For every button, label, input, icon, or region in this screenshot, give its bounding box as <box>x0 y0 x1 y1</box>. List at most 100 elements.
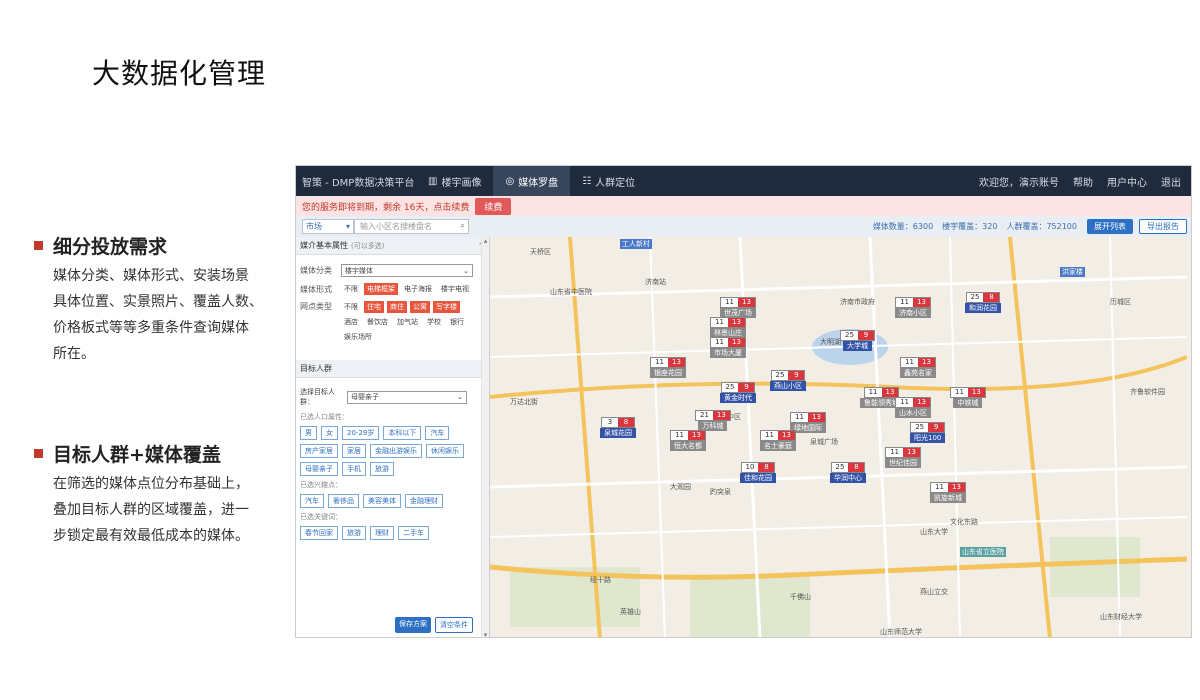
map-marker[interactable]: 21 13 万科城 <box>695 410 731 431</box>
site-type-chip[interactable]: 娱乐场所 <box>341 331 375 343</box>
marker-count-a: 25 <box>835 463 845 471</box>
site-type-chip[interactable]: 学校 <box>424 316 444 328</box>
map-marker[interactable]: 11 13 济南小区 <box>895 297 931 318</box>
media-form-chip[interactable]: 楼宇电视 <box>438 283 472 295</box>
map-marker[interactable]: 11 13 林景山庄 <box>710 317 746 338</box>
attr-tag[interactable]: 休闲娱乐 <box>426 444 464 458</box>
map-marker[interactable]: 25 8 和润花园 <box>965 292 1001 313</box>
save-plan-button[interactable]: 保存方案 <box>395 617 431 633</box>
attr-tag[interactable]: 男 <box>300 426 317 440</box>
export-report-button[interactable]: 导出报告 <box>1139 219 1187 234</box>
map-marker[interactable]: 11 13 中铁城 <box>950 387 986 408</box>
map-marker[interactable]: 11 13 山水小区 <box>895 397 931 418</box>
interest-tag[interactable]: 汽车 <box>300 494 324 508</box>
keyword-tag[interactable]: 二手车 <box>398 526 429 540</box>
site-type-chip[interactable]: 不限 <box>341 301 361 313</box>
marker-count-b: 13 <box>712 411 730 420</box>
nav-tab-2[interactable]: ☷ 人群定位 <box>570 166 647 196</box>
map-marker[interactable]: 3 8 泉城花园 <box>600 417 636 438</box>
nav-tab-0[interactable]: ▥ 楼宇画像 <box>416 166 493 196</box>
nav-tab-1[interactable]: ◎ 媒体罗盘 <box>493 166 571 196</box>
marker-count-b: 9 <box>738 383 755 392</box>
map-marker[interactable]: 11 13 凯旋新城 <box>930 482 966 503</box>
clear-conditions-button[interactable]: 清空条件 <box>435 617 473 633</box>
attr-tag[interactable]: 汽车 <box>425 426 450 440</box>
site-type-chip[interactable]: 住宅 <box>364 301 384 313</box>
marker-name: 佳和花园 <box>740 473 776 483</box>
map-marker[interactable]: 25 9 燕山小区 <box>770 370 806 391</box>
attr-tag[interactable]: 旅游 <box>370 462 394 476</box>
attr-tag[interactable]: 金融出游娱乐 <box>370 444 422 458</box>
media-form-chip[interactable]: 电子海报 <box>401 283 435 295</box>
marker-name: 阳光100 <box>910 433 946 443</box>
marker-counts: 25 8 <box>965 292 1001 303</box>
map-marker[interactable]: 11 13 恒大名都 <box>670 430 706 451</box>
slide-title: 大数据化管理 <box>92 57 267 90</box>
attr-tag[interactable]: 手机 <box>342 462 366 476</box>
map-marker[interactable]: 10 8 佳和花园 <box>740 462 776 483</box>
user-link[interactable]: 帮助 <box>1073 174 1093 189</box>
search-icon[interactable]: ⌕ <box>460 221 465 231</box>
category-select[interactable]: 市场 ▾ <box>302 219 354 234</box>
map-place-label: 山东省立医院 <box>960 547 1006 557</box>
interest-tag[interactable]: 金融理财 <box>405 494 443 508</box>
target-select[interactable]: 母婴亲子 ⌄ <box>347 390 467 404</box>
interest-tag[interactable]: 美容美体 <box>363 494 401 508</box>
caret-down-icon: ⌄ <box>457 393 463 401</box>
marker-counts: 11 13 <box>650 357 686 368</box>
map-marker[interactable]: 25 9 阳光100 <box>910 422 946 443</box>
map-marker[interactable]: 11 13 世茂广场 <box>720 297 756 318</box>
map-marker[interactable]: 11 13 名士豪庭 <box>760 430 796 451</box>
attr-tag[interactable]: 房产家居 <box>300 444 338 458</box>
expiry-alert: 您的服务即将到期，剩余 16天，点击续费 续费 <box>296 196 1191 216</box>
site-type-chip[interactable]: 银行 <box>447 316 467 328</box>
renew-button[interactable]: 续费 <box>475 197 512 215</box>
marker-counts: 11 13 <box>895 397 931 408</box>
map-place-label: 天桥区 <box>530 248 551 256</box>
map-marker[interactable]: 11 13 银座花园 <box>650 357 686 378</box>
attr-tag[interactable]: 20-29岁 <box>342 426 380 440</box>
site-type-chip[interactable]: 公寓 <box>410 301 430 313</box>
marker-count-b: 13 <box>738 298 755 307</box>
map-marker[interactable]: 11 13 市场大厦 <box>710 337 746 358</box>
map-marker[interactable]: 25 8 华润中心 <box>830 462 866 483</box>
city-map[interactable]: 工人新村天桥区山东省中医院历城区济南站万达北街历下区市中区趵突泉千佛山大观园山东… <box>490 237 1191 637</box>
marker-name: 鑫苑名家 <box>900 368 936 378</box>
keyword-tag[interactable]: 春节回家 <box>300 526 338 540</box>
marker-count-b: 13 <box>881 388 899 397</box>
people-icon: ☷ <box>582 175 592 187</box>
user-link[interactable]: 用户中心 <box>1107 174 1147 189</box>
site-type-chip[interactable]: 商住 <box>387 301 407 313</box>
target-label: 选择目标人群： <box>300 388 335 406</box>
user-link[interactable]: 退出 <box>1161 174 1181 189</box>
search-input[interactable]: 输入小区名搜楼盘名 ⌕ <box>354 219 469 234</box>
nav-tab-label: 媒体罗盘 <box>518 177 559 189</box>
marker-count-b: 13 <box>913 398 930 407</box>
site-type-chip[interactable]: 写字楼 <box>433 301 460 313</box>
attr-tag[interactable]: 母婴亲子 <box>300 462 338 476</box>
expand-list-button[interactable]: 展开列表 <box>1087 219 1133 234</box>
attr-tag[interactable]: 本科以下 <box>383 426 422 440</box>
marker-count-b: 9 <box>928 423 945 432</box>
media-form-chip[interactable]: 电梯框架 <box>364 283 398 295</box>
attr-tag[interactable]: 女 <box>321 426 338 440</box>
marker-count-a: 10 <box>745 463 755 471</box>
media-form-chip[interactable]: 不限 <box>341 283 361 295</box>
keyword-tag[interactable]: 理财 <box>370 526 394 540</box>
panel-scrollbar[interactable]: ▴ ▾ <box>481 237 489 637</box>
media-class-select[interactable]: 楼宇媒体 ⌄ <box>341 264 473 277</box>
attr-tag[interactable]: 家居 <box>342 444 366 458</box>
map-marker[interactable]: 25 9 黄金时代 <box>720 382 756 403</box>
map-place-label: 趵突泉 <box>710 488 731 496</box>
marker-counts: 11 13 <box>760 430 796 441</box>
keyword-tag[interactable]: 旅游 <box>342 526 366 540</box>
marker-counts: 10 8 <box>740 462 776 473</box>
site-type-chip[interactable]: 餐饮店 <box>364 316 391 328</box>
media-form-label: 媒体形式 <box>300 284 332 294</box>
map-marker[interactable]: 11 13 世纪佳园 <box>885 447 921 468</box>
interest-tag[interactable]: 奢侈品 <box>328 494 359 508</box>
site-type-chip[interactable]: 酒店 <box>341 316 361 328</box>
map-marker[interactable]: 25 9 大学城 <box>840 330 875 351</box>
map-marker[interactable]: 11 13 鑫苑名家 <box>900 357 936 378</box>
site-type-chip[interactable]: 加气站 <box>394 316 421 328</box>
